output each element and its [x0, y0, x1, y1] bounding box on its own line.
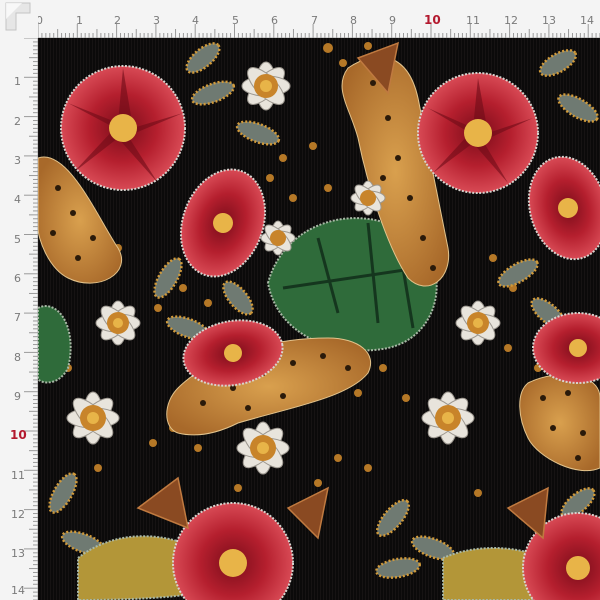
ruler-top-label-5: 5 — [232, 14, 239, 27]
fabric-swatch-viewer: 0 1 2 3 4 5 6 7 8 9 10 11 12 13 14 1 2 3… — [0, 0, 600, 600]
ruler-left-label-14: 14 — [11, 584, 25, 597]
ruler-left: 1 2 3 4 5 6 7 8 9 10 11 12 13 14 — [0, 0, 38, 600]
ruler-left-label-8: 8 — [14, 351, 21, 364]
ruler-top-label-11: 11 — [466, 14, 480, 27]
ruler-top-label-2: 2 — [114, 14, 121, 27]
ruler-top: 0 1 2 3 4 5 6 7 8 9 10 11 12 13 14 — [0, 0, 600, 38]
ruler-left-label-4: 4 — [14, 193, 21, 206]
ruler-top-label-14: 14 — [580, 14, 594, 27]
ruler-left-label-10: 10 — [10, 428, 27, 442]
ruler-left-label-3: 3 — [14, 154, 21, 167]
ruler-left-label-6: 6 — [14, 272, 21, 285]
ruler-top-label-7: 7 — [311, 14, 318, 27]
ruler-top-label-13: 13 — [542, 14, 556, 27]
ruler-left-label-12: 12 — [11, 508, 25, 521]
ruler-top-label-4: 4 — [192, 14, 199, 27]
ruler-left-label-2: 2 — [14, 115, 21, 128]
ruler-left-label-5: 5 — [14, 233, 21, 246]
ruler-top-label-6: 6 — [271, 14, 278, 27]
ruler-left-label-13: 13 — [11, 547, 25, 560]
ruler-top-label-9: 9 — [389, 14, 396, 27]
ruler-top-label-10: 10 — [424, 13, 441, 27]
ruler-left-label-9: 9 — [14, 390, 21, 403]
ruler-top-label-8: 8 — [350, 14, 357, 27]
ruler-left-label-7: 7 — [14, 311, 21, 324]
ruler-left-label-11: 11 — [11, 469, 25, 482]
ruler-top-label-1: 1 — [76, 14, 83, 27]
fabric-print-image — [38, 38, 600, 600]
ruler-top-label-3: 3 — [153, 14, 160, 27]
ruler-top-label-12: 12 — [504, 14, 518, 27]
ruler-origin-marker-icon — [5, 2, 31, 31]
ruler-left-label-1: 1 — [14, 75, 21, 88]
